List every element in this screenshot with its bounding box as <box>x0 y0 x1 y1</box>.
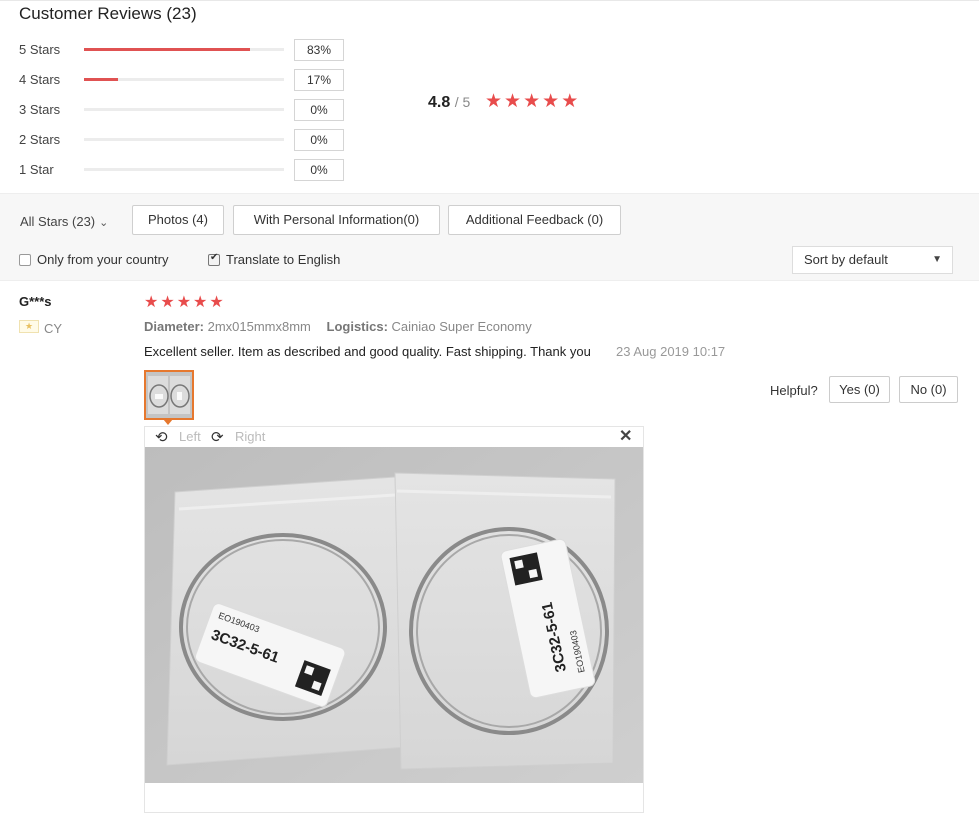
rating-percent: 0% <box>294 159 344 181</box>
star-icon: ★ <box>561 91 579 112</box>
rating-row-1[interactable]: 1 Star 0% <box>19 159 359 181</box>
sort-select[interactable]: Sort by default ▼ <box>792 246 953 274</box>
rotate-left-icon[interactable]: ⟲ <box>155 428 168 446</box>
photos-filter-button[interactable]: Photos (4) <box>132 205 224 235</box>
rating-bar-fill <box>84 78 118 81</box>
rating-row-4[interactable]: 4 Stars 17% <box>19 69 359 91</box>
all-stars-dropdown[interactable]: All Stars (23) ⌄ <box>20 214 108 229</box>
rating-bar <box>84 78 284 81</box>
rotate-left-label[interactable]: Left <box>179 429 201 444</box>
review-photo-thumbnail[interactable] <box>144 370 194 420</box>
chevron-down-icon: ⌄ <box>99 217 109 229</box>
translate-checkbox[interactable]: Translate to English <box>208 252 340 267</box>
all-stars-label: All Stars (23) <box>20 214 96 229</box>
checkbox-checked[interactable] <box>208 252 220 266</box>
average-value: 4.8 <box>428 94 451 111</box>
average-rating: 4.8 / 5 <box>428 94 470 112</box>
star-icon: ★ <box>485 91 503 112</box>
star-icon: ★ <box>209 294 224 311</box>
rating-bar <box>84 138 284 141</box>
diameter-label: Diameter: <box>144 319 204 334</box>
helpful-no-button[interactable]: No (0) <box>899 376 958 403</box>
rating-percent: 0% <box>294 99 344 121</box>
rating-row-2[interactable]: 2 Stars 0% <box>19 129 359 151</box>
translate-label: Translate to English <box>226 252 341 267</box>
close-icon[interactable]: ✕ <box>619 426 632 446</box>
thumbnail-caret-icon <box>163 419 173 425</box>
top-divider <box>0 0 979 1</box>
only-country-checkbox[interactable]: Only from your country <box>19 252 169 267</box>
reviewer-name: G***s <box>19 294 52 309</box>
rating-percent: 83% <box>294 39 344 61</box>
star-icon: ★ <box>542 91 560 112</box>
viewer-toolbar: ⟲ Left ⟳ Right ✕ <box>145 427 643 447</box>
rating-label: 1 Star <box>19 162 54 177</box>
review-photo: EO190403 3C32-5-61 3C32-5-61 EO190403 <box>145 447 643 783</box>
star-icon: ★ <box>504 91 522 112</box>
rotate-right-label[interactable]: Right <box>235 429 265 444</box>
product-photo-image: EO190403 3C32-5-61 3C32-5-61 EO190403 <box>145 447 643 783</box>
star-icon: ★ <box>144 294 159 311</box>
logistics-value: Cainiao Super Economy <box>391 319 532 334</box>
reviewer-country: CY <box>44 321 63 336</box>
rating-row-3[interactable]: 3 Stars 0% <box>19 99 359 121</box>
rating-label: 3 Stars <box>19 102 61 117</box>
rating-label: 5 Stars <box>19 42 61 57</box>
star-icon: ★ <box>523 91 541 112</box>
helpful-label: Helpful? <box>770 383 818 398</box>
average-stars: ★ ★ ★ ★ ★ <box>485 92 578 112</box>
photo-viewer: ⟲ Left ⟳ Right ✕ EO190403 3C32-5-61 3C32… <box>144 426 644 813</box>
personal-info-filter-button[interactable]: With Personal Information(0) <box>233 205 440 235</box>
chevron-down-icon: ▼ <box>932 254 942 265</box>
review-text: Excellent seller. Item as described and … <box>144 344 591 359</box>
rating-row-5[interactable]: 5 Stars 83% <box>19 39 359 61</box>
reviews-title: Customer Reviews (23) <box>19 4 197 23</box>
review-date: 23 Aug 2019 10:17 <box>616 344 726 359</box>
average-out-of: / 5 <box>454 94 471 110</box>
rating-bar <box>84 108 284 111</box>
star-icon: ★ <box>193 294 208 311</box>
star-icon: ★ <box>160 294 175 311</box>
review-stars: ★ ★ ★ ★ ★ <box>144 294 224 311</box>
rating-bar <box>84 168 284 171</box>
helpful-yes-button[interactable]: Yes (0) <box>829 376 890 403</box>
rating-bar <box>84 48 284 51</box>
thumbnail-image <box>146 372 192 418</box>
rating-percent: 17% <box>294 69 344 91</box>
logistics-label: Logistics: <box>326 319 388 334</box>
star-icon: ★ <box>176 294 192 311</box>
only-country-label: Only from your country <box>37 252 169 267</box>
checkbox-unchecked[interactable] <box>19 253 31 266</box>
rating-label: 2 Stars <box>19 132 61 147</box>
rating-label: 4 Stars <box>19 72 61 87</box>
rotate-right-icon[interactable]: ⟳ <box>211 428 224 446</box>
rating-percent: 0% <box>294 129 344 151</box>
country-flag-icon: ★ <box>19 320 39 333</box>
sort-label: Sort by default <box>804 252 888 267</box>
rating-bar-fill <box>84 48 250 51</box>
review-attributes: Diameter: 2mx015mmx8mm Logistics: Cainia… <box>144 319 532 334</box>
additional-feedback-filter-button[interactable]: Additional Feedback (0) <box>448 205 621 235</box>
diameter-value: 2mx015mmx8mm <box>207 319 311 334</box>
